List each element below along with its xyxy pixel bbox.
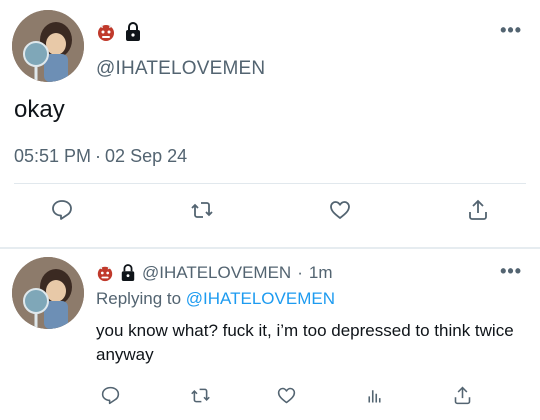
main-tweet: @IHATELOVEMEN ••• okay 05:51 PM · 02 Sep 2… (0, 0, 540, 249)
avatar-image (12, 10, 84, 82)
tweet-text: okay (14, 96, 65, 123)
retweet-icon (191, 202, 213, 218)
like-icon (277, 387, 295, 403)
reply-icon (101, 386, 119, 404)
analytics-icon (367, 389, 381, 402)
analytics-button[interactable] (360, 381, 388, 409)
tweet-thread: @IHATELOVEMEN ••• okay 05:51 PM · 02 Sep 2… (0, 0, 540, 420)
tweet-date: 02 Sep 24 (105, 146, 188, 166)
reply-actions (0, 381, 540, 413)
ogre-icon (98, 24, 114, 41)
replying-prefix: Replying to (96, 289, 182, 308)
avatar-image (12, 257, 84, 329)
share-button[interactable] (448, 381, 476, 409)
like-icon (330, 201, 350, 219)
divider (14, 183, 526, 184)
reply-icon (52, 200, 72, 220)
retweet-button[interactable] (188, 196, 216, 224)
replying-to: Replying to @IHATELOVEMEN (96, 289, 335, 309)
reply-header: @IHATELOVEMEN · 1m (96, 263, 333, 283)
ogre-icon (97, 265, 113, 282)
reply-button[interactable] (96, 381, 124, 409)
share-button[interactable] (464, 196, 492, 224)
tweet-timestamp[interactable]: 05:51 PM · 02 Sep 24 (14, 146, 187, 167)
lock-icon (121, 264, 135, 281)
avatar[interactable] (12, 257, 84, 329)
reply-button[interactable] (48, 196, 76, 224)
author-handle[interactable]: @IHATELOVEMEN (96, 58, 265, 80)
share-icon (454, 386, 470, 404)
retweet-button[interactable] (186, 381, 214, 409)
reply-text: you know what? fuck it, i’m too depresse… (96, 321, 514, 364)
author-handle[interactable]: @IHATELOVEMEN (142, 263, 291, 283)
lock-icon (126, 22, 140, 41)
avatar[interactable] (12, 10, 84, 82)
more-options-icon[interactable]: ••• (500, 261, 522, 282)
timestamp-separator: · (95, 146, 102, 166)
like-button[interactable] (326, 196, 354, 224)
like-button[interactable] (272, 381, 300, 409)
retweet-icon (190, 388, 210, 402)
share-icon (469, 199, 487, 220)
tweet-time: 05:51 PM (14, 146, 92, 166)
more-options-icon[interactable]: ••• (500, 20, 522, 41)
replying-to-link[interactable]: @IHATELOVEMEN (186, 289, 335, 308)
profile-badges (96, 22, 142, 42)
tweet-actions (0, 196, 540, 232)
tweet-age[interactable]: 1m (309, 263, 333, 283)
handle-separator: · (297, 263, 303, 282)
reply-tweet[interactable]: @IHATELOVEMEN · 1m ••• Replying to @IHAT… (0, 249, 540, 420)
